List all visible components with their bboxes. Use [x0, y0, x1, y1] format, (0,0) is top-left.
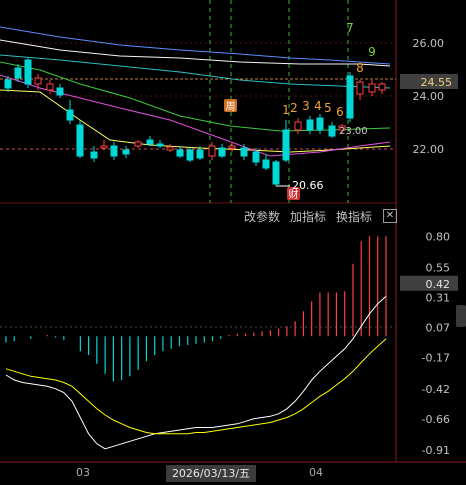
macd-current-label: 0.42: [426, 278, 451, 291]
macd-axis-tick: -0.42: [422, 383, 450, 396]
candle-body: [208, 145, 216, 157]
candle-body: [66, 109, 74, 121]
countdown-number: 6: [336, 105, 344, 119]
candle-body: [252, 151, 260, 163]
countdown-number: 2: [290, 101, 298, 115]
countdown-number: 4: [314, 99, 322, 113]
candle-body: [4, 79, 12, 89]
candle-body: [316, 117, 324, 131]
macd-axis-tick: 0.80: [426, 230, 451, 243]
candle-body: [186, 149, 194, 161]
candle-body: [356, 81, 364, 95]
candle-body: [110, 145, 118, 157]
switch-indicator-button[interactable]: 换指标: [336, 208, 372, 225]
candle-body: [282, 129, 290, 161]
price-axis-tick: 22.00: [413, 143, 445, 156]
candle-body: [368, 83, 376, 93]
candle-body: [100, 145, 108, 149]
countdown-number: 1: [282, 103, 290, 117]
change-params-button[interactable]: 改参数: [244, 208, 280, 225]
time-label-march: 03: [76, 466, 90, 479]
macd-axis-tick: -0.17: [422, 352, 450, 365]
candle-body: [24, 59, 32, 85]
macd-axis-tick: -0.91: [422, 444, 450, 457]
candle-body: [196, 149, 204, 159]
stock-chart[interactable]: 1 2 3 4 5 6789周财20.6623.00 26.0024.0022.0024.…: [0, 0, 466, 485]
candle-body: [46, 83, 54, 91]
candle-body: [228, 145, 236, 149]
countdown-number: 8: [356, 61, 364, 75]
candle-body: [378, 83, 386, 91]
candle-body: [34, 77, 42, 85]
macd-axis-tick: 0.55: [426, 262, 451, 275]
countdown-number: 5: [324, 101, 332, 115]
chart-grid: [0, 0, 466, 485]
candle-body: [346, 75, 354, 119]
time-label-april: 04: [309, 466, 323, 479]
week-marker-label: 周: [226, 101, 236, 113]
candle-body: [146, 139, 154, 145]
candle-body: [218, 147, 226, 157]
current-price-label: 24.55: [421, 76, 453, 89]
price-axis-tick: 26.00: [413, 37, 445, 50]
candle-body: [176, 149, 184, 157]
candle-body: [240, 147, 248, 157]
candle-body: [56, 87, 64, 96]
candle-body: [306, 119, 314, 131]
cursor-date-label: 2026/03/13/五: [166, 465, 256, 482]
reference-price-label: 23.00: [339, 126, 368, 137]
candle-body: [134, 141, 142, 147]
price-axis-tick: 24.00: [413, 90, 445, 103]
candle-body: [14, 67, 22, 79]
macd-axis-tick: -0.66: [422, 413, 450, 426]
candle-body: [156, 143, 164, 147]
candle-body: [76, 124, 84, 157]
candle-body: [90, 151, 98, 159]
candle-body: [294, 121, 302, 131]
candle-body: [262, 159, 270, 169]
candle-body: [328, 125, 336, 137]
countdown-number: 7: [346, 21, 354, 35]
candle-body: [122, 149, 130, 155]
candle-body: [272, 161, 280, 185]
countdown-number: 9: [368, 45, 376, 59]
close-indicator-button[interactable]: ✕: [383, 209, 397, 223]
panel-collapse-handle[interactable]: [456, 305, 466, 327]
add-indicator-button[interactable]: 加指标: [290, 208, 326, 225]
low-price-label: 20.66: [292, 179, 324, 192]
macd-axis-tick: 0.07: [426, 322, 451, 335]
candle-body: [166, 146, 174, 151]
countdown-number: 3: [302, 99, 310, 113]
macd-axis-tick: 0.31: [426, 292, 451, 305]
